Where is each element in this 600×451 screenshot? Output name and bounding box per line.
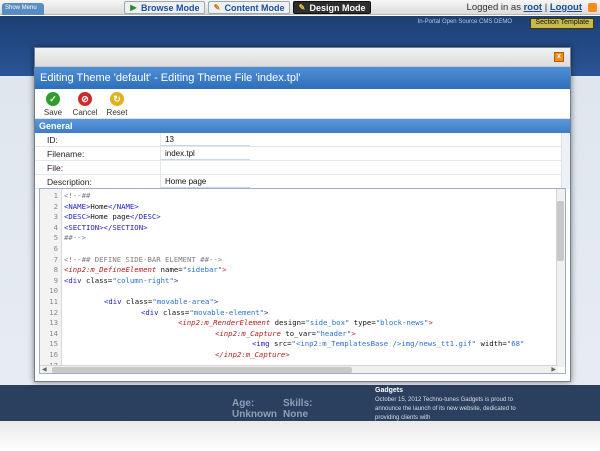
save-button[interactable]: ✓ Save <box>39 92 67 117</box>
editor-horizontal-scrollbar[interactable]: ◀ ▶ <box>40 365 558 373</box>
reset-label: Reset <box>106 108 128 117</box>
dialog-header-strip: x <box>35 48 570 67</box>
fields-scrollbar[interactable] <box>561 133 570 189</box>
field-row-description: Description: Home page <box>35 175 570 189</box>
browse-mode-label: Browse Mode <box>141 2 200 13</box>
design-icon: ✎ <box>298 3 306 12</box>
code-line: 10 <box>49 286 58 296</box>
scroll-right-icon[interactable]: ▶ <box>551 366 556 373</box>
horizontal-scroll-thumb[interactable] <box>52 367 352 373</box>
field-row-file: File: <box>35 161 570 175</box>
code-line: 5 ##--> <box>53 233 86 243</box>
general-fields: ID: 13 Filename: index.tpl File: Descrip… <box>35 133 570 189</box>
logout-link[interactable]: Logout <box>550 2 582 13</box>
show-menu-tab[interactable]: Show Menu <box>2 3 44 15</box>
code-line: 2 <NAME>Home</NAME> <box>53 201 139 211</box>
cancel-button[interactable]: ⊘ Cancel <box>71 92 99 117</box>
file-label: File: <box>47 163 64 173</box>
reset-button[interactable]: ↻ Reset <box>103 92 131 117</box>
design-mode-button[interactable]: ✎ Design Mode <box>292 1 371 14</box>
field-row-id: ID: 13 <box>35 133 570 147</box>
skills-value: None <box>283 409 308 420</box>
site-caption: In-Portal Open Source CMS DEMO <box>417 19 512 25</box>
skills-block: Skills: None <box>283 398 312 420</box>
code-line: 3 <DESC>Home page</DESC> <box>53 212 161 222</box>
rss-icon[interactable] <box>588 3 597 12</box>
id-label: ID: <box>47 135 58 145</box>
field-row-filename: Filename: index.tpl <box>35 147 570 161</box>
age-block: Age: Unknown <box>232 398 277 420</box>
age-label: Age: <box>232 398 255 409</box>
checkmark-icon: ✓ <box>46 92 60 106</box>
pencil-icon: ✎ <box>213 3 221 12</box>
news-block: Gadgets October 15, 2012 Techno-tunes Ga… <box>375 386 525 423</box>
close-icon[interactable]: x <box>554 52 564 62</box>
dialog-title: Editing Theme 'default' - Editing Theme … <box>35 67 570 89</box>
skills-label: Skills: <box>283 398 313 409</box>
dialog-toolbar: ✓ Save ⊘ Cancel ↻ Reset <box>35 89 570 119</box>
separator: | <box>544 2 548 13</box>
code-line: 13 <inp2:m_RenderElement design="side_box… <box>49 318 433 328</box>
general-section-header: General <box>35 119 570 133</box>
edit-theme-dialog: x Editing Theme 'default' - Editing Them… <box>34 47 571 382</box>
page-bottom <box>0 421 600 451</box>
save-label: Save <box>43 108 63 117</box>
description-input[interactable]: Home page <box>160 175 250 188</box>
reset-icon: ↻ <box>110 92 124 106</box>
login-prefix: Logged in as <box>466 2 521 13</box>
vertical-scroll-thumb[interactable] <box>557 201 564 261</box>
template-code-editor[interactable]: 1 <!--## 2 <NAME>Home</NAME> 3 <DESC>Home p… <box>39 188 566 374</box>
code-line: 1 <!--## <box>53 191 91 200</box>
description-label: Description: <box>47 177 92 187</box>
login-status: Logged in as root | Logout <box>467 2 582 13</box>
code-line: 8 <inp2:m_DefineElement name="sidebar"> <box>53 265 227 275</box>
user-link[interactable]: root <box>524 2 542 13</box>
browse-icon: ▶ <box>130 3 137 12</box>
filename-label: Filename: <box>47 149 85 159</box>
browse-mode-button[interactable]: ▶ Browse Mode <box>124 1 205 14</box>
news-text: October 15, 2012 Techno-tunes Gadgets is… <box>375 397 516 421</box>
news-title: Gadgets <box>375 387 404 394</box>
code-line: 11 <div class="movable-area"> <box>49 297 219 306</box>
admin-toolbar: Show Menu ▶ Browse Mode ✎ Content Mode ✎… <box>0 0 600 15</box>
file-value <box>160 161 250 174</box>
cancel-label: Cancel <box>72 108 98 117</box>
content-mode-button[interactable]: ✎ Content Mode <box>207 1 290 14</box>
design-mode-label: Design Mode <box>309 2 366 13</box>
code-line: 16 </inp2:m_Capture> <box>49 350 290 359</box>
mode-switcher: ▶ Browse Mode ✎ Content Mode ✎ Design Mo… <box>124 1 371 14</box>
cancel-icon: ⊘ <box>78 92 92 106</box>
code-line: 6 <box>53 244 58 253</box>
age-value: Unknown <box>232 409 277 420</box>
id-value: 13 <box>160 133 250 146</box>
code-line: 4 <SECTION></SECTION> <box>53 222 148 232</box>
content-mode-label: Content Mode <box>224 2 285 13</box>
editor-vertical-scrollbar[interactable] <box>556 189 565 367</box>
section-template-tag[interactable]: Section Template <box>530 18 594 29</box>
code-line: 12 <div class="movable-element"> <box>49 307 269 317</box>
filename-input[interactable]: index.tpl <box>160 147 250 160</box>
code-line: 7 <!--## DEFINE SIDE-BAR ELEMENT ##--> <box>53 254 223 264</box>
code-line: 14 <inp2:m_Capture to_var="header"> <box>49 328 356 338</box>
code-line: 9 <div class="column-right"> <box>53 275 179 285</box>
scroll-left-icon[interactable]: ◀ <box>42 366 47 373</box>
code-line: 15 <img src="<inp2:m_TemplatesBase />img/… <box>49 339 525 349</box>
